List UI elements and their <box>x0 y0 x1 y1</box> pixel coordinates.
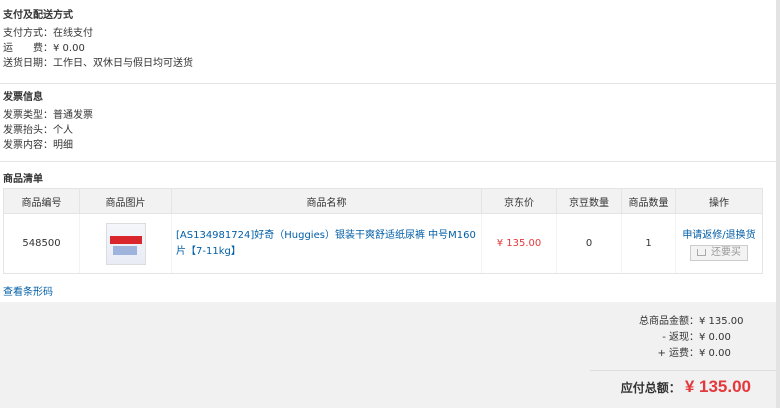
col-header-image: 商品图片 <box>79 188 172 214</box>
product-name-link[interactable]: [AS134981724]好奇（Huggies）银装干爽舒适纸尿裤 中号M160… <box>171 213 482 274</box>
order-summary: 总商品金额：¥ 135.00 - 返现：¥ 0.00 + 运费：¥ 0.00 应… <box>0 302 776 408</box>
col-header-beans: 京豆数量 <box>556 188 622 214</box>
product-qty: 1 <box>621 213 676 274</box>
invoice-type-value: 普通发票 <box>53 110 93 121</box>
product-actions: 申请返修/退换货 还要买 <box>675 213 763 274</box>
invoice-type-row: 发票类型：普通发票 <box>0 108 776 123</box>
diaper-product-image[interactable] <box>105 222 146 265</box>
summary-divider <box>590 370 776 371</box>
payment-section-title: 支付及配送方式 <box>3 10 73 21</box>
payable-total-row: 应付总额： ¥ 135.00 <box>621 376 751 398</box>
rebate-row: - 返现：¥ 0.00 <box>662 330 751 345</box>
shipping-row: + 运费：¥ 0.00 <box>657 346 751 361</box>
col-header-actions: 操作 <box>675 188 763 214</box>
rebuy-label: 还要买 <box>711 247 741 258</box>
product-image-cell[interactable] <box>79 213 172 274</box>
rebate-label: - 返现： <box>662 332 699 343</box>
rebate-value: ¥ 0.00 <box>699 332 731 343</box>
col-header-sku: 商品编号 <box>3 188 80 214</box>
goods-total-value: ¥ 135.00 <box>699 316 744 327</box>
product-sku: 548500 <box>3 213 80 274</box>
invoice-type-label: 发票类型： <box>3 110 53 121</box>
shipping-fee-row: 运 费：¥ 0.00 <box>0 41 776 56</box>
goods-total-row: 总商品金额：¥ 135.00 <box>639 314 751 329</box>
invoice-header-value: 个人 <box>53 125 73 136</box>
shipping-fee-value: ¥ 0.00 <box>53 43 85 54</box>
cart-icon <box>697 248 706 256</box>
invoice-content-label: 发票内容： <box>3 140 53 151</box>
payment-method-value: 在线支付 <box>53 28 93 39</box>
invoice-header-label: 发票抬头： <box>3 125 53 136</box>
goods-total-label: 总商品金额： <box>639 316 699 327</box>
invoice-section-title: 发票信息 <box>3 92 43 103</box>
goods-table: 商品编号 商品图片 商品名称 京东价 京豆数量 商品数量 操作 548500 [… <box>3 188 763 274</box>
shipping-fee-label: 运 费： <box>3 43 53 54</box>
goods-table-header: 商品编号 商品图片 商品名称 京东价 京豆数量 商品数量 操作 <box>3 188 763 214</box>
delivery-date-label: 送货日期： <box>3 58 53 69</box>
shipping-value: ¥ 0.00 <box>699 348 731 359</box>
payable-label: 应付总额： <box>620 381 681 395</box>
view-barcode-link[interactable]: 查看条形码 <box>3 283 53 298</box>
delivery-date-row: 送货日期：工作日、双休日与假日均可送货 <box>0 56 776 71</box>
product-beans: 0 <box>556 213 622 274</box>
right-scroll-edge <box>776 0 780 408</box>
col-header-price: 京东价 <box>481 188 557 214</box>
table-row: 548500 [AS134981724]好奇（Huggies）银装干爽舒适纸尿裤… <box>3 213 763 274</box>
payment-method-row: 支付方式：在线支付 <box>0 26 776 41</box>
invoice-content-value: 明细 <box>53 140 73 151</box>
delivery-date-value: 工作日、双休日与假日均可送货 <box>53 58 193 69</box>
invoice-section: 发票信息 发票类型：普通发票 发票抬头：个人 发票内容：明细 <box>0 84 776 162</box>
shipping-label: + 运费： <box>657 348 699 359</box>
return-exchange-link[interactable]: 申请返修/退换货 <box>676 226 762 241</box>
col-header-name: 商品名称 <box>171 188 482 214</box>
invoice-content-row: 发票内容：明细 <box>0 138 776 153</box>
col-header-qty: 商品数量 <box>621 188 676 214</box>
goods-list-title: 商品清单 <box>3 174 43 185</box>
payable-value: ¥ 135.00 <box>684 377 751 396</box>
invoice-header-row: 发票抬头：个人 <box>0 123 776 138</box>
payment-delivery-section: 支付及配送方式 支付方式：在线支付 运 费：¥ 0.00 送货日期：工作日、双休… <box>0 0 776 84</box>
product-price: ¥ 135.00 <box>481 213 557 274</box>
payment-method-label: 支付方式： <box>3 28 53 39</box>
rebuy-button[interactable]: 还要买 <box>690 245 748 261</box>
